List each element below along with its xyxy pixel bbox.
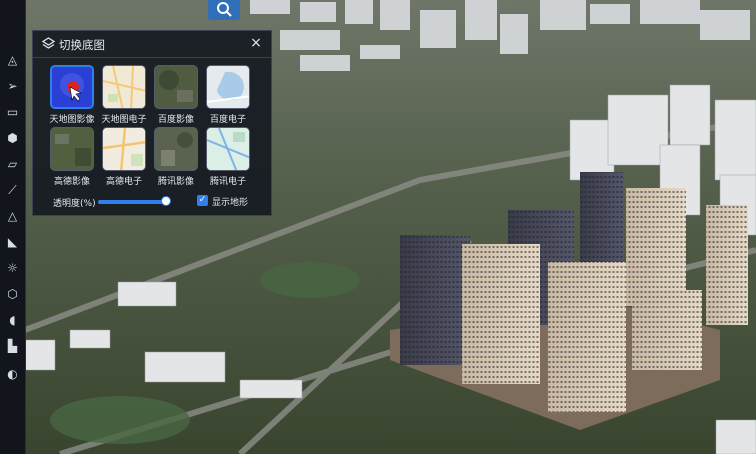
panel-title: 切换底图 [59,38,105,52]
layers-icon[interactable]: ◬ [4,52,21,69]
basemap-label: 天地图影像 [49,115,95,125]
basemap-label: 百度影像 [157,115,194,125]
globe-icon[interactable]: ◐ [4,366,21,383]
basemap-gaode-vector[interactable]: 高德电子 [98,127,150,187]
panel-header: 切换底图 × [33,31,271,58]
draw-icon[interactable]: ▱ [4,156,21,173]
opacity-label: 透明度(%) [53,199,96,209]
basemap-tianditu-imagery[interactable]: 天地图影像 [46,65,98,125]
basemap-tencent-imagery[interactable]: 腾讯影像 [150,127,202,187]
basemap-gaode-imagery[interactable]: 高德影像 [46,127,98,187]
close-button[interactable]: × [247,34,265,52]
opacity-slider-thumb[interactable] [161,196,171,206]
window-icon[interactable]: ▭ [4,104,21,121]
terrain-checkbox[interactable]: ✓ [197,195,208,206]
basemap-thumbnail [206,127,250,171]
terrain-analysis-icon[interactable]: △ [4,208,21,225]
basemap-label: 高德影像 [53,177,90,187]
basemap-label: 天地图电子 [101,115,147,125]
basemap-switch-panel: 切换底图 × 天地图影像 天地图电子 百度影像 百度电子 高德影像 高德电子 腾… [32,30,272,216]
slope-icon[interactable]: ◣ [4,234,21,251]
sunlight-icon[interactable]: ☼ [4,260,21,277]
opacity-slider[interactable] [98,196,171,206]
basemap-tianditu-vector[interactable]: 天地图电子 [98,65,150,125]
basemap-thumbnail [154,127,198,171]
terrain-checkbox-label[interactable]: 显示地形 [212,195,248,208]
basemap-baidu-imagery[interactable]: 百度影像 [150,65,202,125]
basemap-thumbnail [50,65,94,109]
basemap-label: 腾讯影像 [157,177,194,187]
model-icon[interactable]: ⬡ [4,286,21,303]
basemap-thumbnail [102,65,146,109]
search-button[interactable] [208,0,240,20]
basemap-baidu-vector[interactable]: 百度电子 [202,65,254,125]
basemap-thumbnail [154,65,198,109]
sound-icon[interactable]: ◖ [4,312,21,329]
basemap-thumbnail [206,65,250,109]
building-icon[interactable]: ▙ [4,338,21,355]
basemap-label: 腾讯电子 [209,177,246,187]
basemap-thumbnail [102,127,146,171]
navigate-icon[interactable]: ➢ [4,78,21,95]
layers-icon [42,37,55,49]
left-toolbar: ◬ ➢ ▭ ⬢ ▱ ⟋ △ ◣ ☼ ⬡ ◖ ▙ ◐ [0,0,26,454]
basemap-thumbnail [50,127,94,171]
search-icon [217,2,232,17]
ruler-icon[interactable]: ⟋ [4,182,21,199]
basemap-label: 高德电子 [105,177,142,187]
basemap-label: 百度电子 [209,115,246,125]
cube-icon[interactable]: ⬢ [4,130,21,147]
basemap-tencent-vector[interactable]: 腾讯电子 [202,127,254,187]
